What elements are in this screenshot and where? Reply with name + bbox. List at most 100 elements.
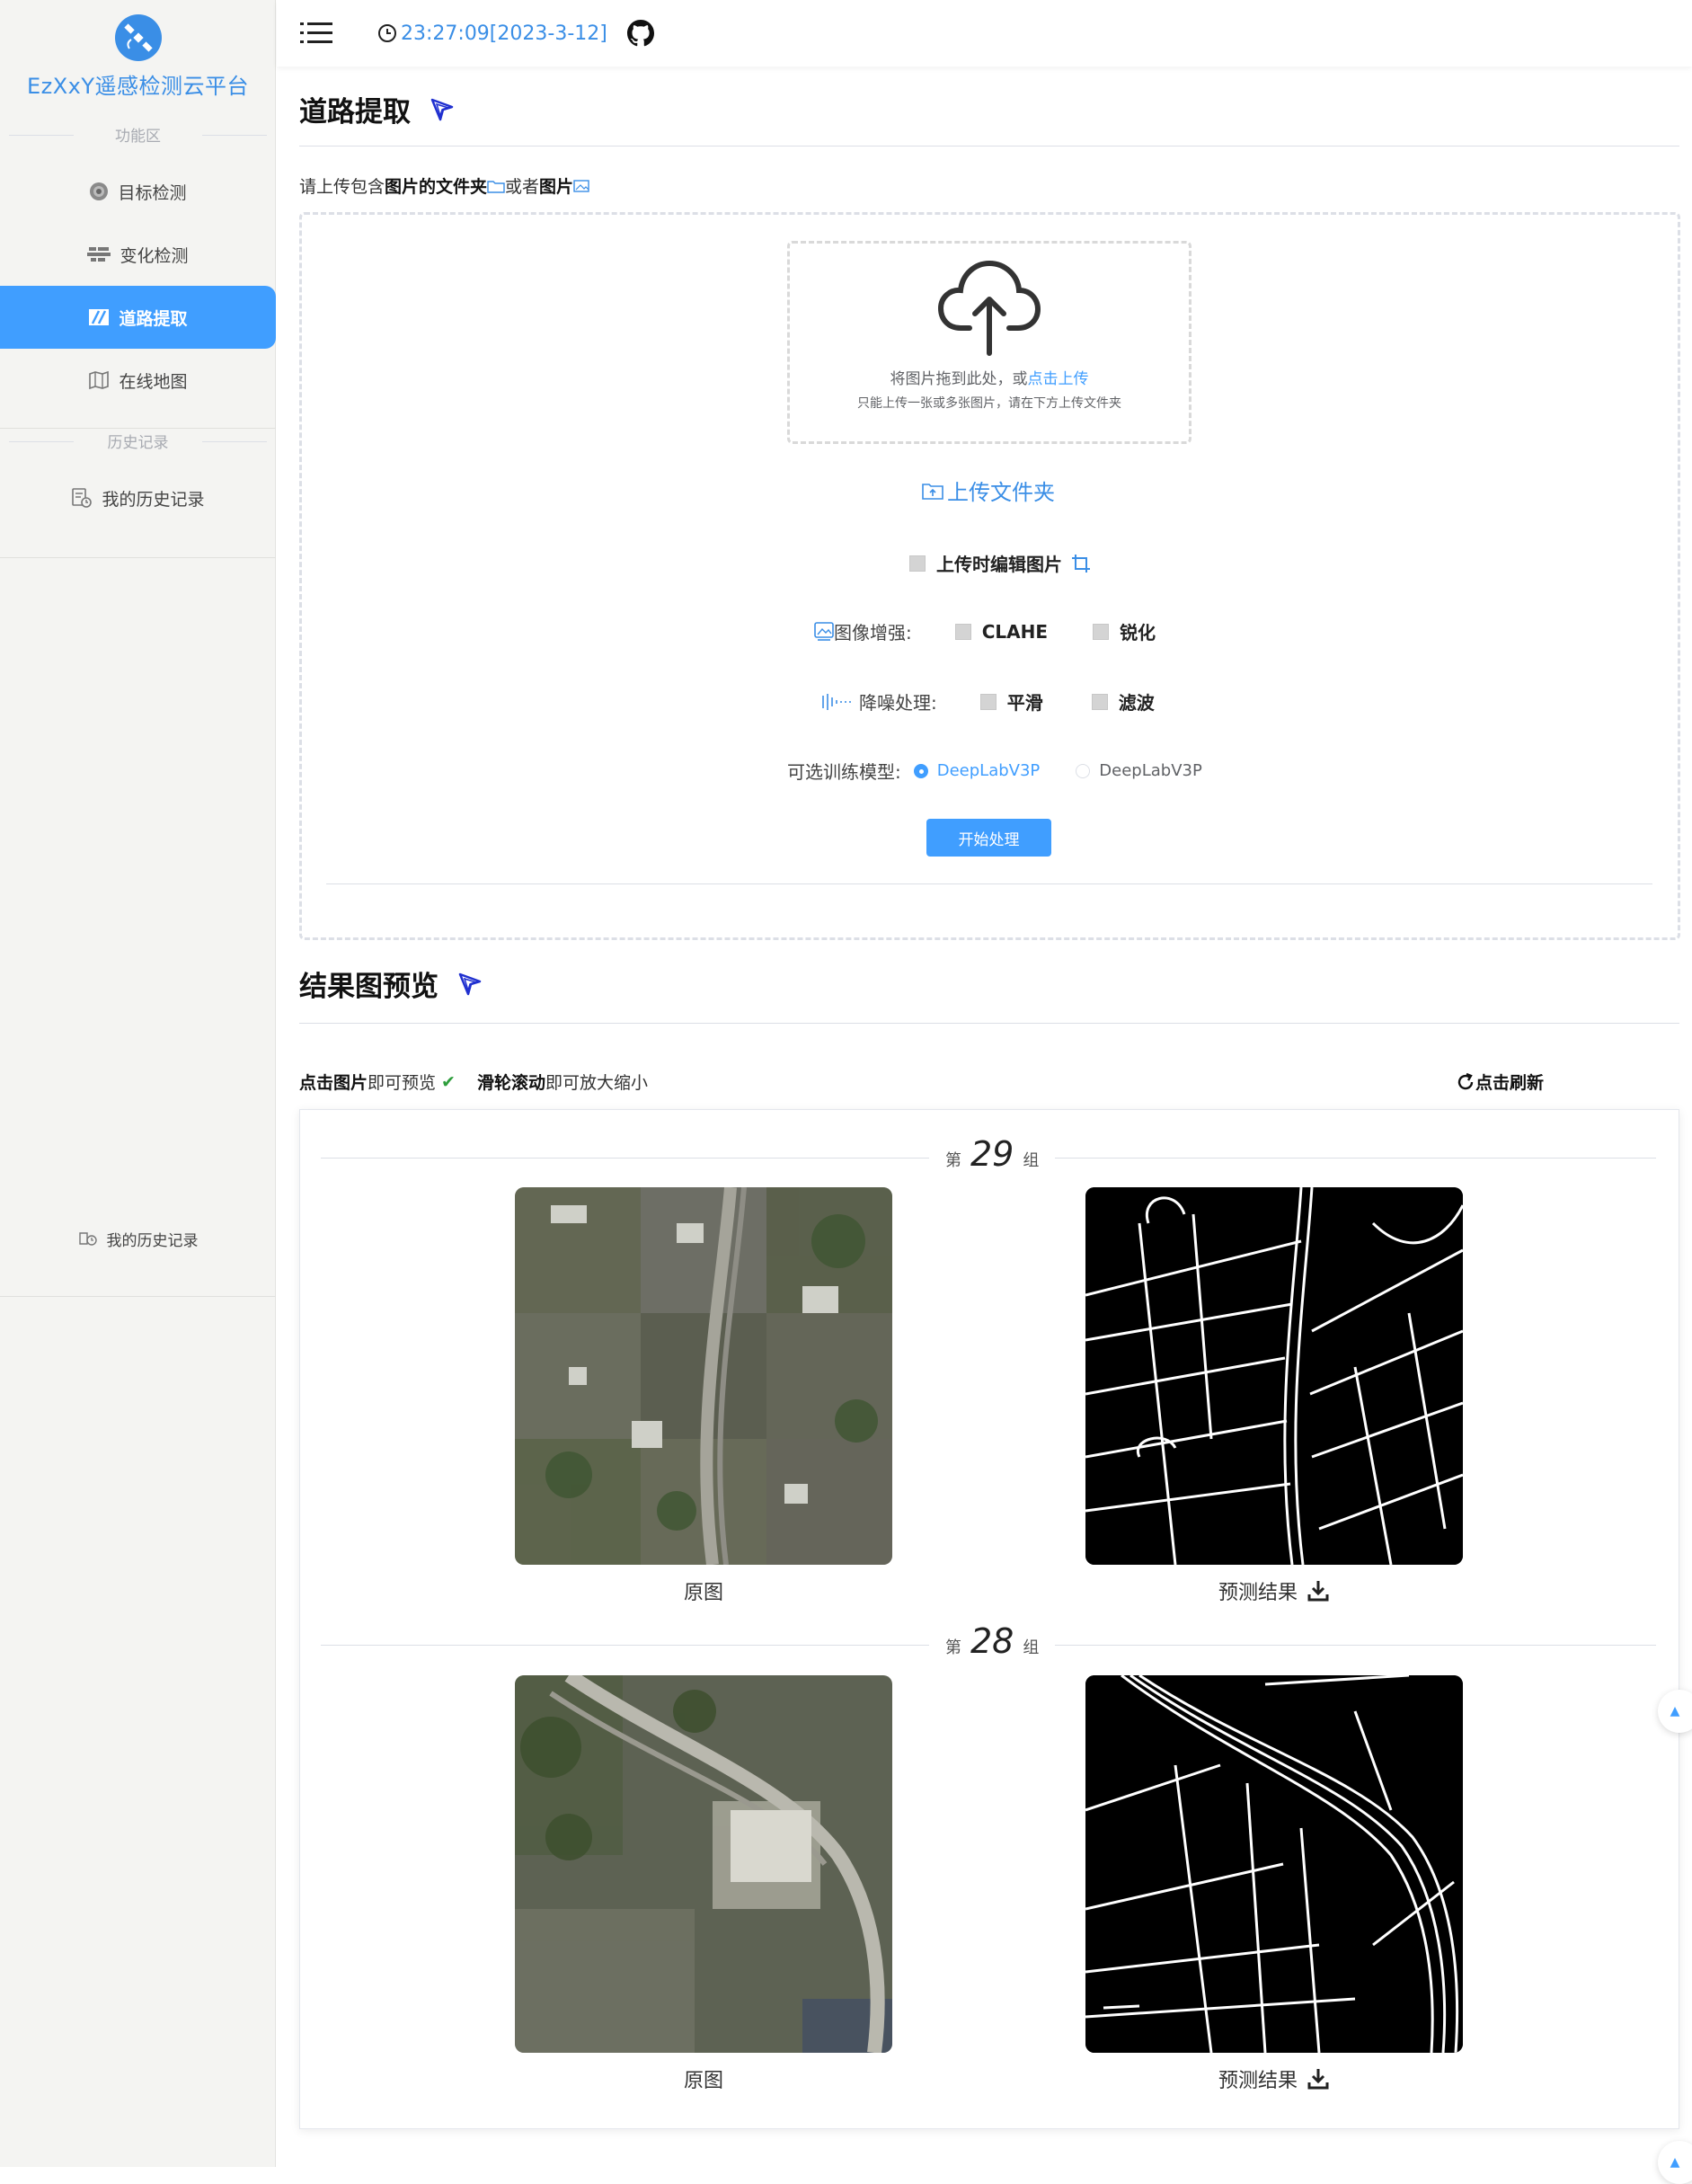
group-prefix: 第 [945,1638,961,1657]
smooth-checkbox[interactable] [979,693,997,710]
original-image[interactable] [515,1187,892,1565]
checkbox-label: 上传时编辑图片 [936,554,1062,575]
folder-upload-icon [922,483,943,500]
cloud-upload-icon [937,260,1041,356]
upload-hint: 请上传包含 图片的文件夹 或者 图片 [299,173,591,198]
datetime-text: 23:27:09[2023-3-12] [401,22,607,45]
image-icon [573,179,589,192]
caret-up-icon: ▲ [1670,1704,1680,1718]
sidebar-item-online-map[interactable]: 在线地图 [0,349,276,412]
sidebar: EzXxY遥感检测云平台 功能区 目标检测 变化检测 道路提取 在线地图 历史记… [0,0,276,2167]
folder-icon [487,180,505,193]
sidebar-item-label: 我的历史记录 [106,1231,199,1250]
hint-image-text: 图片 [539,177,574,197]
clock-icon [378,24,396,42]
enhance-options: 图像增强: CLAHE 锐化 [814,618,1156,644]
refresh-button[interactable]: 点击刷新 [1456,1070,1544,1094]
prediction-label: 预测结果 [1218,2070,1298,2092]
model-option-2[interactable]: DeepLabV3P [1099,761,1202,780]
denoise-options: 降噪处理: 平滑 滤波 [819,688,1155,715]
tip-wheel-bold: 滑轮滚动 [476,1073,545,1093]
divider [299,1023,1679,1024]
edit-on-upload-checkbox[interactable]: 上传时编辑图片 [909,550,1091,576]
crop-icon [1072,554,1090,573]
tip-click-bold: 点击图片 [299,1073,368,1093]
original-caption: 原图 [515,2064,892,2093]
group-label-28: 第 28 组 [929,1621,1056,1661]
group-label-29: 第 29 组 [929,1134,1056,1174]
download-icon[interactable] [1307,2067,1330,2091]
prediction-image[interactable] [1085,1675,1463,2053]
menu-toggle-icon[interactable] [300,21,332,46]
map-icon [89,370,110,390]
clahe-checkbox[interactable] [954,623,971,640]
sharpen-checkbox[interactable] [1093,623,1110,640]
model-radio-1[interactable] [913,763,928,778]
sidebar-item-my-history[interactable]: 我的历史记录 [0,466,276,529]
upload-folder-button[interactable]: 上传文件夹 [922,475,1055,506]
divider [0,557,276,558]
model-radio-2[interactable] [1076,763,1091,778]
satellite-icon [113,13,164,63]
prediction-image[interactable] [1085,1187,1463,1565]
road-icon [89,309,110,325]
group-number: 28 [970,1621,1014,1661]
hint-folder-text: 图片的文件夹 [385,177,488,197]
prediction-caption: 预测结果 [1085,1576,1463,1605]
cursor-icon [430,98,454,120]
sidebar-item-change-detection[interactable]: 变化检测 [0,223,276,286]
waveform-icon [822,693,851,710]
click-upload-link[interactable]: 点击上传 [1028,370,1089,388]
scroll-up-button[interactable]: ▲ [1658,2141,1692,2184]
header: 23:27:09[2023-3-12] [277,0,1692,67]
dropzone-tip: 只能上传一张或多张图片，请在下方上传文件夹 [857,396,1121,411]
group-number: 29 [970,1134,1014,1174]
target-icon [90,182,109,200]
model-selector: 可选训练模型: DeepLabV3P DeepLabV3P [787,758,1202,784]
start-processing-button[interactable]: 开始处理 [926,819,1051,857]
sidebar-item-label: 我的历史记录 [102,489,205,510]
upload-dropzone[interactable]: 将图片拖到此处，或点击上传 只能上传一张或多张图片，请在下方上传文件夹 [787,241,1191,444]
github-icon[interactable] [626,20,654,47]
section-label-function: 功能区 [0,123,276,146]
prediction-caption: 预测结果 [1085,2064,1463,2093]
denoise-label: 降噪处理: [859,692,937,714]
logo: EzXxY遥感检测云平台 [0,13,276,100]
cursor-icon [458,972,482,995]
change-icon [87,247,111,262]
sidebar-item-label: 目标检测 [118,182,187,203]
download-icon[interactable] [1307,1579,1330,1602]
clahe-label: CLAHE [981,620,1049,643]
sidebar-item-my-history-collapsed[interactable]: 我的历史记录 [0,1207,276,1270]
page-title-text: 道路提取 [299,96,411,129]
model-option-1[interactable]: DeepLabV3P [937,761,1041,780]
original-image[interactable] [515,1675,892,2053]
smooth-label: 平滑 [1006,692,1043,714]
checkbox[interactable] [909,555,926,572]
filter-checkbox[interactable] [1091,693,1108,710]
original-label: 原图 [683,1582,723,1604]
refresh-icon [1457,1072,1474,1089]
filter-label: 滤波 [1118,692,1155,714]
sidebar-item-label: 在线地图 [119,371,188,392]
sidebar-item-label: 变化检测 [120,245,189,266]
sharpen-label: 锐化 [1120,622,1156,644]
prediction-label: 预测结果 [1218,1582,1298,1604]
caret-up-icon: ▲ [1670,2155,1680,2170]
app-title: EzXxY遥感检测云平台 [26,74,250,99]
history-icon [78,1232,97,1246]
hint-or-text: 或者 [505,177,540,197]
results-title: 结果图预览 [299,963,483,1004]
dropzone-text: 将图片拖到此处，或点击上传 [790,366,1189,388]
tip-click-rest: 即可预览 [368,1073,437,1093]
sidebar-item-label: 道路提取 [119,308,188,329]
group-prefix: 第 [945,1151,961,1170]
results-title-text: 结果图预览 [299,971,439,1003]
hint-text: 请上传包含 [299,177,385,197]
sidebar-item-target-detection[interactable]: 目标检测 [0,160,276,223]
enhance-icon [814,621,834,641]
section-label-history: 历史记录 [0,430,276,452]
model-label: 可选训练模型: [787,761,901,783]
divider [0,1296,276,1297]
sidebar-item-road-extraction[interactable]: 道路提取 [0,286,276,349]
